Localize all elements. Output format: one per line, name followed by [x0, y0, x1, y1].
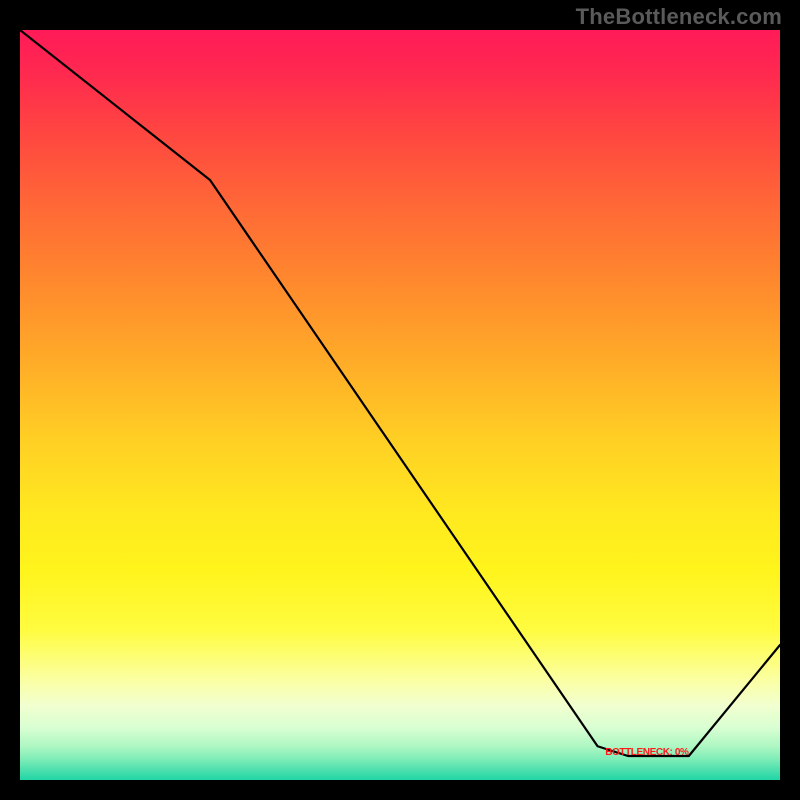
- bottleneck-curve: [20, 30, 780, 780]
- chart-stage: TheBottleneck.com BOTTLENECK: 0%: [0, 0, 800, 800]
- minimum-annotation: BOTTLENECK: 0%: [605, 747, 688, 758]
- watermark-text: TheBottleneck.com: [576, 4, 782, 30]
- plot-area: BOTTLENECK: 0%: [20, 30, 780, 780]
